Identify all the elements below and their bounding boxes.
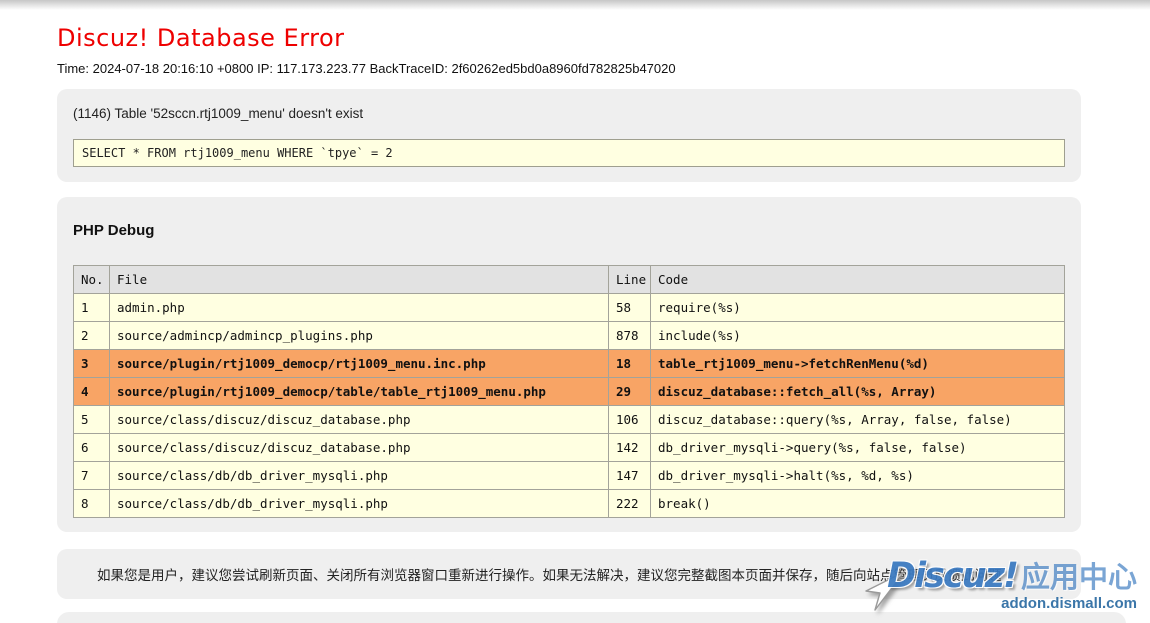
cell-no: 1 [74,294,110,322]
cell-line: 106 [609,406,651,434]
table-row: 8source/class/db/db_driver_mysqli.php222… [74,490,1065,518]
column-header-file: File [110,266,609,294]
cell-code: discuz_database::query(%s, Array, false,… [651,406,1065,434]
cell-line: 222 [609,490,651,518]
cell-code: table_rtj1009_menu->fetchRenMenu(%d) [651,350,1065,378]
cell-line: 18 [609,350,651,378]
cell-no: 7 [74,462,110,490]
table-row: 2source/admincp/admincp_plugins.php878in… [74,322,1065,350]
cell-line: 878 [609,322,651,350]
cell-file: source/class/db/db_driver_mysqli.php [110,462,609,490]
sql-query: SELECT * FROM rtj1009_menu WHERE `tpye` … [82,146,393,160]
cell-file: source/class/db/db_driver_mysqli.php [110,490,609,518]
error-message: (1146) Table '52sccn.rtj1009_menu' doesn… [73,106,1065,121]
cell-code: db_driver_mysqli->halt(%s, %d, %s) [651,462,1065,490]
cell-code: include(%s) [651,322,1065,350]
cell-line: 142 [609,434,651,462]
php-debug-table: No. File Line Code 1admin.php58require(%… [73,265,1065,518]
column-header-line: Line [609,266,651,294]
table-row: 7source/class/db/db_driver_mysqli.php147… [74,462,1065,490]
notice-box: 如果您是用户，建议您尝试刷新页面、关闭所有浏览器窗口重新进行操作。如果无法解决，… [57,549,1081,599]
cell-file: source/admincp/admincp_plugins.php [110,322,609,350]
table-row: 3source/plugin/rtj1009_democp/rtj1009_me… [74,350,1065,378]
cell-code: discuz_database::fetch_all(%s, Array) [651,378,1065,406]
cell-code: db_driver_mysqli->query(%s, false, false… [651,434,1065,462]
error-meta: Time: 2024-07-18 20:16:10 +0800 IP: 117.… [57,61,1150,76]
table-row: 6source/class/discuz/discuz_database.php… [74,434,1065,462]
cell-file: source/plugin/rtj1009_democp/rtj1009_men… [110,350,609,378]
column-header-code: Code [651,266,1065,294]
php-debug-heading: PHP Debug [73,223,1065,239]
table-header-row: No. File Line Code [74,266,1065,294]
cell-no: 3 [74,350,110,378]
cell-no: 8 [74,490,110,518]
table-row: 5source/class/discuz/discuz_database.php… [74,406,1065,434]
column-header-no: No. [74,266,110,294]
cell-file: admin.php [110,294,609,322]
page-title: Discuz! Database Error [57,24,1150,52]
cell-no: 5 [74,406,110,434]
cell-file: source/class/discuz/discuz_database.php [110,406,609,434]
debug-table-body: 1admin.php58require(%s)2source/admincp/a… [74,294,1065,518]
cell-no: 6 [74,434,110,462]
cell-line: 29 [609,378,651,406]
top-edge-gradient [0,0,1150,10]
cell-no: 2 [74,322,110,350]
sql-query-box: SELECT * FROM rtj1009_menu WHERE `tpye` … [73,139,1065,167]
cell-code: break() [651,490,1065,518]
cell-no: 4 [74,378,110,406]
table-row: 4source/plugin/rtj1009_democp/table/tabl… [74,378,1065,406]
cell-file: source/class/discuz/discuz_database.php [110,434,609,462]
error-summary-box: (1146) Table '52sccn.rtj1009_menu' doesn… [57,89,1081,182]
php-debug-box: PHP Debug No. File Line Code 1admin.php5… [57,197,1081,532]
cell-file: source/plugin/rtj1009_democp/table/table… [110,378,609,406]
cell-code: require(%s) [651,294,1065,322]
table-row: 1admin.php58require(%s) [74,294,1065,322]
error-page: Discuz! Database Error Time: 2024-07-18 … [0,10,1150,623]
cell-line: 58 [609,294,651,322]
cursor-arrow-icon [860,566,908,614]
cell-line: 147 [609,462,651,490]
footer-partial-box [57,612,1126,623]
